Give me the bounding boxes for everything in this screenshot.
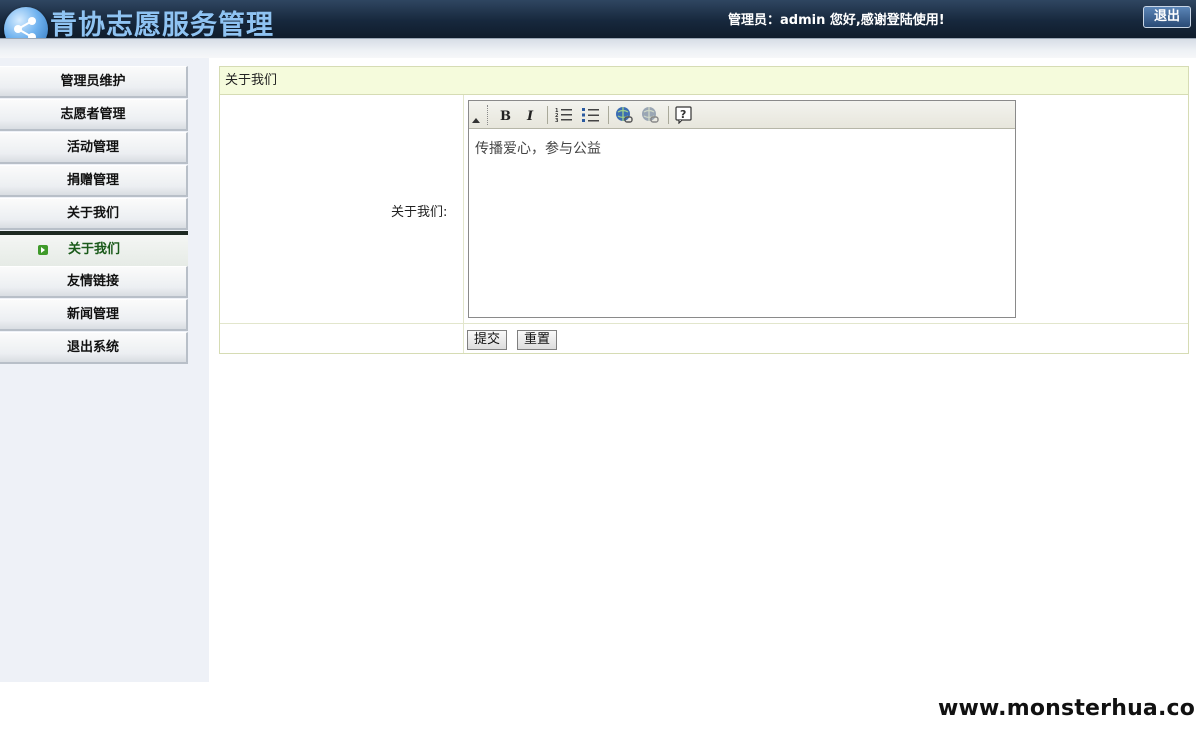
about-panel: 关于我们 关于我们: B I 1 2 3 ? 传播爱心，参与公益 提交 重置 (219, 66, 1189, 354)
top-header: 青协志愿服务管理 管理员：admin 您好,感谢登陆使用! 退出 (0, 0, 1196, 51)
sidebar-item-news[interactable]: 新闻管理 (0, 299, 188, 331)
link-icon[interactable] (614, 105, 634, 125)
svg-text:I: I (526, 109, 534, 122)
editor-toolbar: B I 1 2 3 ? (469, 101, 1015, 129)
help-icon[interactable]: ? (674, 105, 694, 125)
svg-text:?: ? (680, 108, 686, 121)
submit-button[interactable]: 提交 (467, 330, 508, 350)
sidebar-item-donations[interactable]: 捐赠管理 (0, 165, 188, 197)
sidebar-item-exit[interactable]: 退出系统 (0, 332, 188, 364)
toolbar-handle (487, 105, 489, 125)
column-divider (463, 95, 464, 353)
app-title: 青协志愿服务管理 (50, 10, 274, 41)
watermark-text: www.monsterhua.com (938, 696, 1196, 721)
field-label: 关于我们: (391, 205, 448, 220)
svg-text:B: B (500, 109, 511, 122)
arrow-bullet-icon (38, 245, 48, 255)
toolbar-separator (668, 106, 669, 124)
italic-icon[interactable]: I (521, 105, 541, 125)
sidebar-item-about[interactable]: 关于我们 (0, 198, 188, 230)
editor-content[interactable]: 传播爱心，参与公益 (469, 130, 1015, 317)
user-greeting: 管理员：admin 您好,感谢登陆使用! (728, 13, 945, 28)
panel-title: 关于我们 (220, 67, 1188, 95)
toolbar-separator (547, 106, 548, 124)
bold-icon[interactable]: B (495, 105, 515, 125)
sidebar-item-volunteers[interactable]: 志愿者管理 (0, 99, 188, 131)
sidebar-item-activities[interactable]: 活动管理 (0, 132, 188, 164)
toolbar-collapse-icon[interactable] (472, 118, 480, 123)
sidebar-item-admin[interactable]: 管理员维护 (0, 66, 188, 98)
rich-text-editor: B I 1 2 3 ? 传播爱心，参与公益 (468, 100, 1016, 318)
row-divider (220, 323, 1188, 324)
sidebar-subitem-label: 关于我们 (67, 242, 120, 257)
unordered-list-icon[interactable] (581, 105, 601, 125)
logout-button[interactable]: 退出 (1143, 6, 1191, 28)
toolbar-separator (608, 106, 609, 124)
reset-button[interactable]: 重置 (517, 330, 558, 350)
header-band (0, 38, 1196, 58)
sidebar-item-links[interactable]: 友情链接 (0, 266, 188, 298)
ordered-list-icon[interactable]: 1 2 3 (554, 105, 574, 125)
svg-text:3: 3 (555, 118, 559, 123)
sidebar-subitem-about[interactable]: 关于我们 (0, 235, 188, 266)
unlink-icon[interactable] (640, 105, 660, 125)
sidebar: 管理员维护 志愿者管理 活动管理 捐赠管理 关于我们 关于我们 友情链接 新闻管… (0, 58, 209, 682)
